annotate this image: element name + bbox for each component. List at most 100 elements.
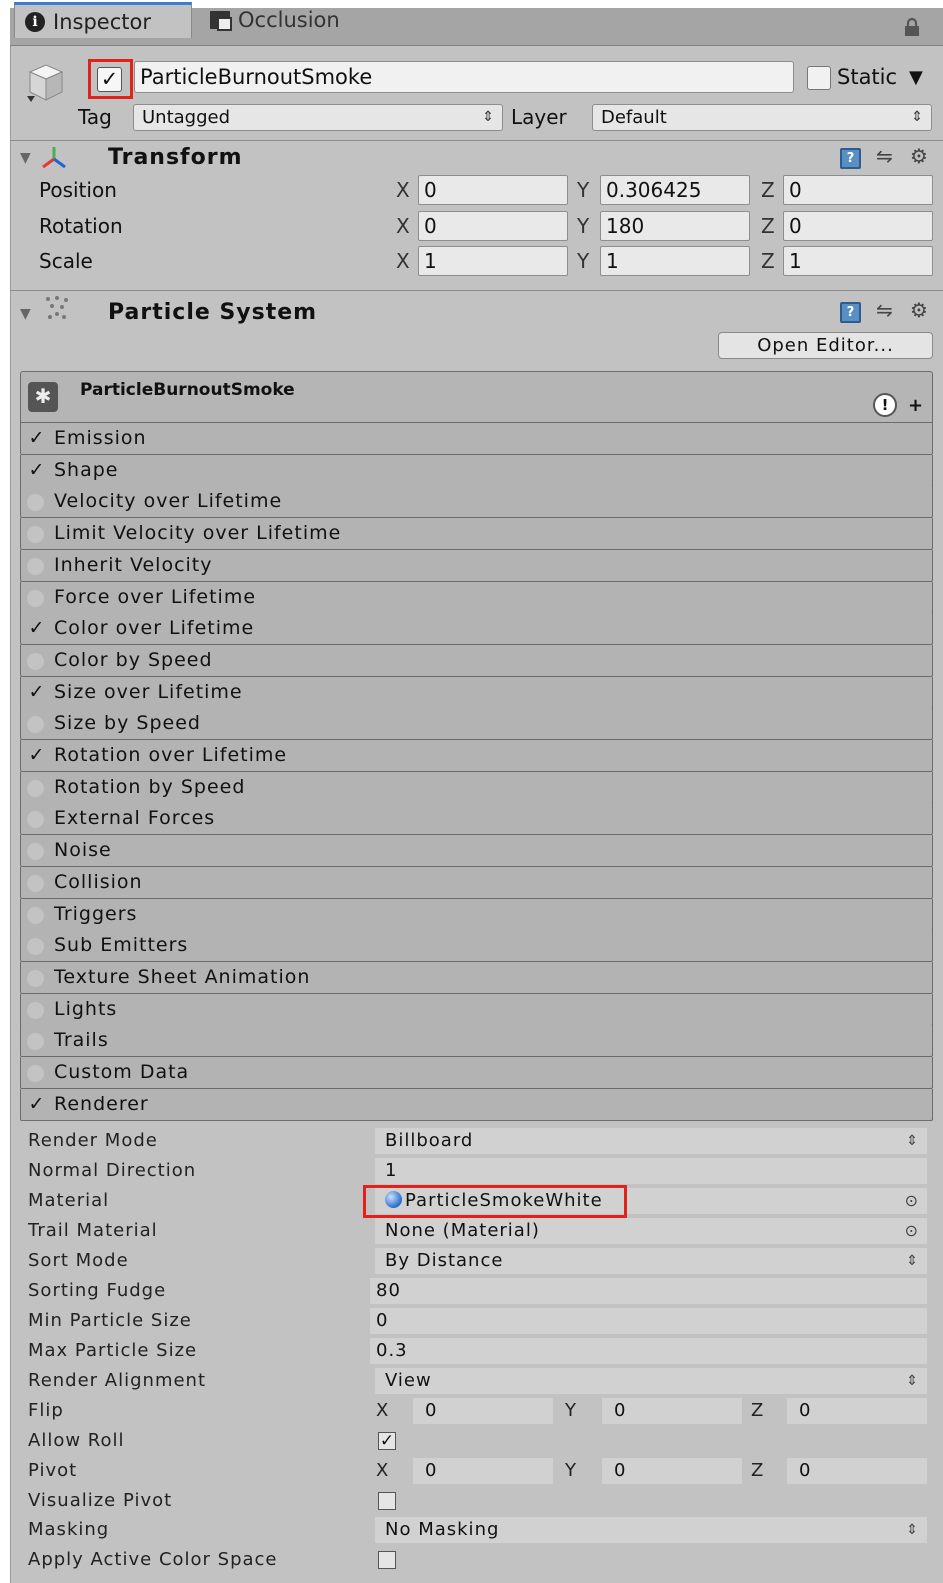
foldout-triangle-icon[interactable]: ▼ <box>20 150 31 166</box>
allow-roll-checkbox[interactable]: ✓ <box>378 1432 396 1450</box>
module-disabled-toggle[interactable] <box>27 589 44 607</box>
module-custom-data[interactable]: Custom Data <box>20 1057 933 1089</box>
axis-y-label[interactable]: Y <box>565 1398 576 1424</box>
module-enabled-checkmark[interactable]: ✓ <box>27 429 46 448</box>
module-size-over-lifetime[interactable]: ✓ Size over Lifetime <box>20 676 933 709</box>
axis-y-label[interactable]: Y <box>577 175 589 205</box>
scale-z-field[interactable]: 1 <box>783 246 933 276</box>
scale-y-field[interactable]: 1 <box>600 246 750 276</box>
module-enabled-checkmark[interactable]: ✓ <box>27 460 46 480</box>
module-triggers[interactable]: Triggers <box>20 898 933 931</box>
module-disabled-toggle[interactable] <box>27 1001 44 1019</box>
axis-y-label[interactable]: Y <box>577 246 589 276</box>
masking-dropdown[interactable]: No Masking ⇕ <box>375 1517 927 1543</box>
pivot-y-field[interactable]: 0 <box>602 1458 742 1484</box>
static-dropdown-arrow-icon[interactable]: ▼ <box>909 64 923 92</box>
axis-y-label[interactable]: Y <box>565 1458 576 1484</box>
help-book-icon[interactable]: ? <box>840 302 861 323</box>
axis-x-label[interactable]: X <box>396 246 410 276</box>
rotation-y-field[interactable]: 180 <box>600 211 750 241</box>
module-limit-velocity-over-lifetime[interactable]: Limit Velocity over Lifetime <box>20 518 933 551</box>
min-particle-size-field[interactable]: 0 <box>370 1308 927 1334</box>
axis-x-label[interactable]: X <box>376 1458 388 1484</box>
module-rotation-by-speed[interactable]: Rotation by Speed <box>20 771 933 804</box>
object-name-field[interactable]: ParticleBurnoutSmoke <box>134 61 794 93</box>
preset-icon[interactable]: ⇋ <box>876 298 893 322</box>
module-disabled-toggle[interactable] <box>27 874 44 892</box>
module-emission[interactable]: ✓ Emission <box>20 423 933 455</box>
module-disabled-toggle[interactable] <box>27 779 44 797</box>
apply-active-color-space-checkbox[interactable] <box>378 1551 396 1569</box>
axis-z-label[interactable]: Z <box>761 246 775 276</box>
module-renderer[interactable]: ✓ Renderer <box>20 1088 933 1121</box>
axis-z-label[interactable]: Z <box>751 1398 763 1424</box>
active-checkbox[interactable]: ✓ <box>97 67 122 92</box>
module-noise[interactable]: Noise <box>20 835 933 868</box>
module-disabled-toggle[interactable] <box>27 843 44 861</box>
rotation-z-field[interactable]: 0 <box>783 211 933 241</box>
tag-dropdown[interactable]: Untagged ⇕ <box>133 104 503 131</box>
module-force-over-lifetime[interactable]: Force over Lifetime <box>20 581 933 614</box>
position-x-field[interactable]: 0 <box>418 175 568 205</box>
module-shape[interactable]: ✓ Shape <box>20 454 933 487</box>
axis-z-label[interactable]: Z <box>761 211 775 241</box>
module-enabled-checkmark[interactable]: ✓ <box>27 682 46 702</box>
module-disabled-toggle[interactable] <box>27 526 44 544</box>
module-trails[interactable]: Trails <box>20 1025 933 1058</box>
visualize-pivot-checkbox[interactable] <box>378 1492 396 1510</box>
help-book-icon[interactable]: ? <box>840 148 861 169</box>
module-disabled-toggle[interactable] <box>27 969 44 987</box>
object-picker-icon[interactable]: ⊙ <box>905 1188 919 1214</box>
open-editor-button[interactable]: Open Editor... <box>718 332 933 359</box>
module-lights[interactable]: Lights <box>20 993 933 1026</box>
module-velocity-over-lifetime[interactable]: Velocity over Lifetime <box>20 486 933 519</box>
normal-direction-field[interactable]: 1 <box>375 1158 927 1184</box>
static-checkbox[interactable] <box>807 66 831 90</box>
lock-icon[interactable] <box>903 17 921 42</box>
module-color-by-speed[interactable]: Color by Speed <box>20 644 933 677</box>
module-disabled-toggle[interactable] <box>27 1033 44 1051</box>
axis-x-label[interactable]: X <box>396 211 410 241</box>
render-alignment-dropdown[interactable]: View ⇕ <box>375 1368 927 1394</box>
axis-y-label[interactable]: Y <box>577 211 589 241</box>
max-particle-size-field[interactable]: 0.3 <box>370 1338 927 1364</box>
module-texture-sheet-animation[interactable]: Texture Sheet Animation <box>20 961 933 994</box>
pivot-x-field[interactable]: 0 <box>413 1458 553 1484</box>
module-enabled-checkmark[interactable]: ✓ <box>27 746 46 765</box>
sort-mode-dropdown[interactable]: By Distance ⇕ <box>375 1248 927 1274</box>
scale-x-field[interactable]: 1 <box>418 246 568 276</box>
tab-inspector[interactable]: i Inspector <box>14 2 192 38</box>
module-disabled-toggle[interactable] <box>27 557 44 575</box>
flip-x-field[interactable]: 0 <box>413 1398 553 1424</box>
module-disabled-toggle[interactable] <box>27 1065 44 1082</box>
preset-icon[interactable]: ⇋ <box>876 144 893 168</box>
axis-x-label[interactable]: X <box>376 1398 388 1424</box>
module-color-over-lifetime[interactable]: ✓ Color over Lifetime <box>20 613 933 646</box>
module-sub-emitters[interactable]: Sub Emitters <box>20 930 933 963</box>
module-rotation-over-lifetime[interactable]: ✓ Rotation over Lifetime <box>20 740 933 772</box>
module-enabled-checkmark[interactable]: ✓ <box>27 619 46 638</box>
module-disabled-toggle[interactable] <box>27 494 44 512</box>
foldout-triangle-icon[interactable]: ▼ <box>20 306 31 322</box>
rotation-x-field[interactable]: 0 <box>418 211 568 241</box>
trail-material-field[interactable]: None (Material) ⊙ <box>375 1218 927 1244</box>
module-enabled-checkmark[interactable]: ✓ <box>27 1094 46 1114</box>
module-collision[interactable]: Collision <box>20 866 933 899</box>
pivot-z-field[interactable]: 0 <box>787 1458 927 1484</box>
module-disabled-toggle[interactable] <box>27 938 44 956</box>
axis-z-label[interactable]: Z <box>751 1458 763 1484</box>
module-disabled-toggle[interactable] <box>27 716 44 734</box>
layer-dropdown[interactable]: Default ⇕ <box>592 104 932 131</box>
sorting-fudge-field[interactable]: 80 <box>370 1278 927 1304</box>
module-disabled-toggle[interactable] <box>27 906 44 924</box>
warning-icon[interactable]: ! <box>873 393 897 417</box>
module-size-by-speed[interactable]: Size by Speed <box>20 708 933 741</box>
render-mode-dropdown[interactable]: Billboard ⇕ <box>375 1128 927 1154</box>
flip-y-field[interactable]: 0 <box>602 1398 742 1424</box>
module-external-forces[interactable]: External Forces <box>20 803 933 836</box>
gear-icon[interactable]: ⚙ <box>910 144 928 168</box>
tab-occlusion[interactable]: Occlusion <box>200 2 380 38</box>
position-z-field[interactable]: 0 <box>783 175 933 205</box>
axis-x-label[interactable]: X <box>396 175 410 205</box>
module-disabled-toggle[interactable] <box>27 652 44 670</box>
